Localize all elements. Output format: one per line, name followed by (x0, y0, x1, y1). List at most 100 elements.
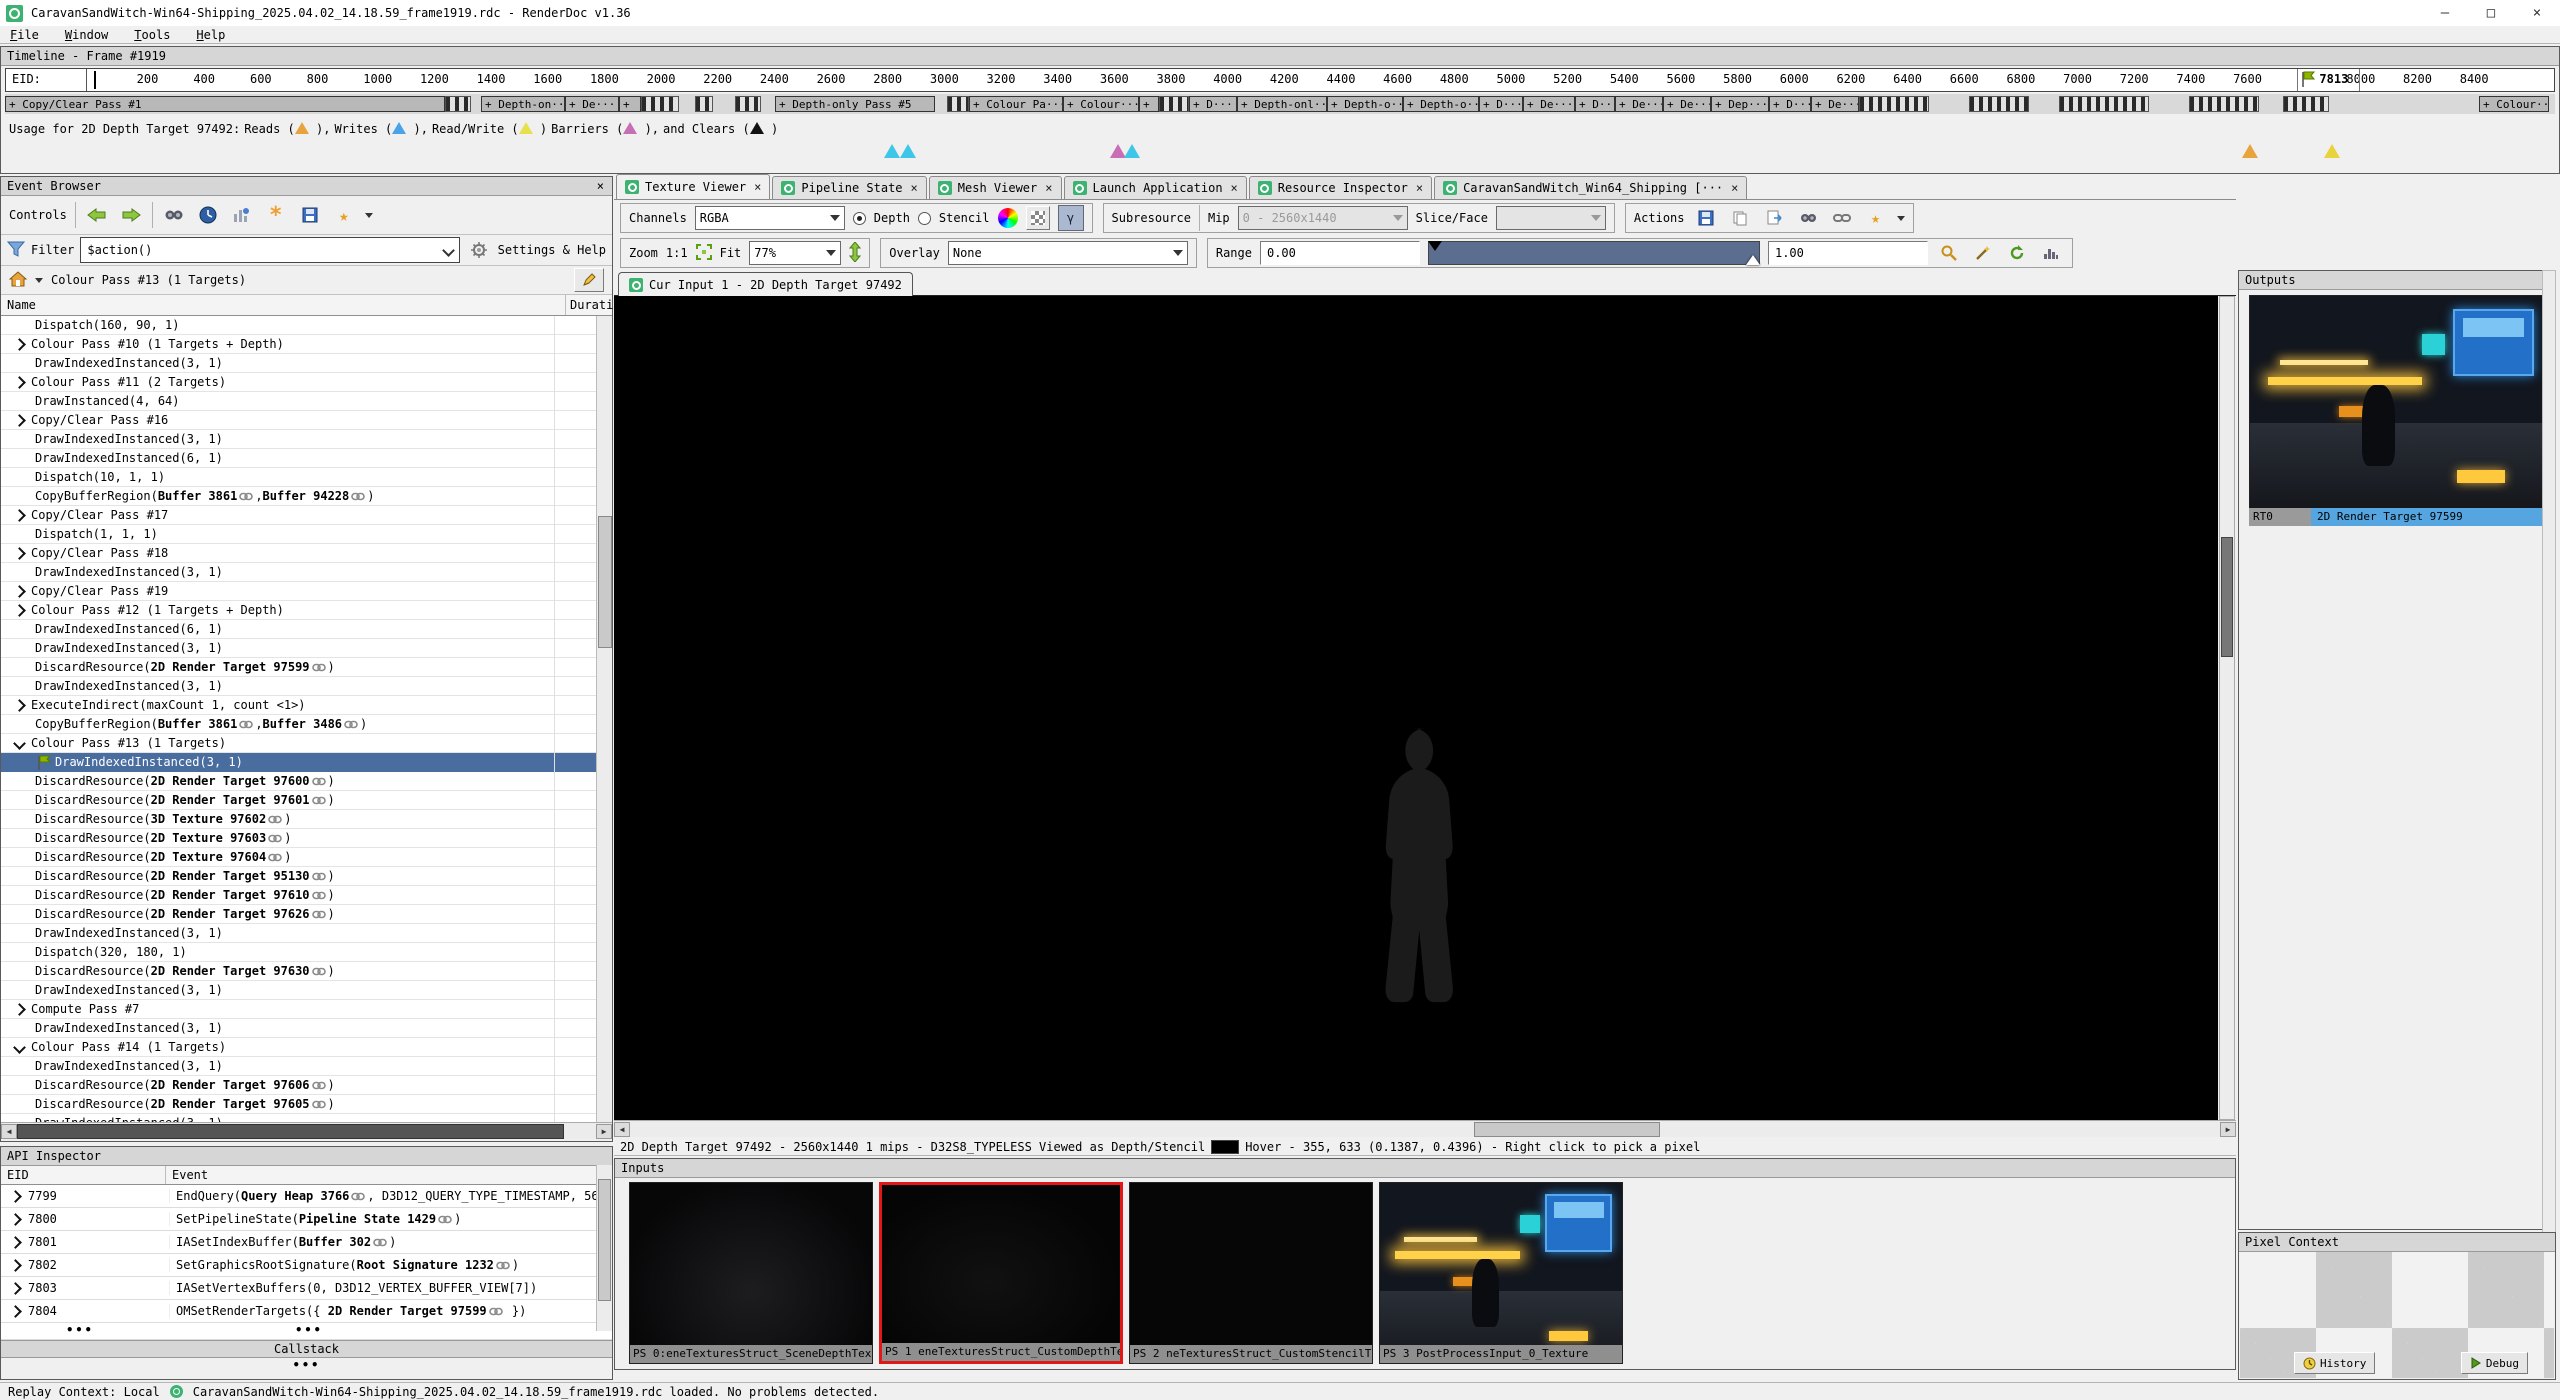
event-row[interactable]: Copy/Clear Pass #17 (1, 506, 612, 525)
event-row[interactable]: Dispatch(1, 1, 1) (1, 525, 612, 544)
gamma-button[interactable]: γ (1058, 205, 1084, 231)
texture-display[interactable] (614, 296, 2218, 1120)
usage-marker-icon[interactable] (884, 144, 900, 158)
event-row[interactable]: Dispatch(10, 1, 1) (1, 468, 612, 487)
depth-radio[interactable] (853, 212, 866, 225)
current-eid-flag-icon[interactable] (2301, 71, 2315, 90)
event-row[interactable]: CopyBufferRegion(Buffer 3861, Buffer 348… (1, 715, 612, 734)
checkerboard-background-button[interactable] (1026, 206, 1050, 230)
options-caret-icon[interactable] (365, 213, 373, 218)
export-icon[interactable] (297, 202, 323, 228)
input-thumbnail[interactable]: PS 2 neTexturesStruct_CustomStencilText (1129, 1182, 1373, 1364)
event-row[interactable]: DiscardResource(2D Texture 97604) (1, 848, 612, 867)
flip-y-icon[interactable] (849, 242, 861, 265)
tab-close-icon[interactable]: × (1416, 181, 1423, 195)
timeline-pass-block[interactable]: + D··· (1479, 96, 1523, 112)
usage-marker-icon[interactable] (2324, 144, 2340, 158)
timeline-pass-block[interactable]: + Depth-only Pass #5 (775, 96, 935, 112)
range-max-input[interactable]: 1.00 (1768, 241, 1928, 265)
event-row[interactable]: Compute Pass #7 (1, 1000, 612, 1019)
timing-icon[interactable] (195, 202, 221, 228)
input-thumbnail[interactable]: PS 3 PostProcessInput_0_Texture (1379, 1182, 1623, 1364)
range-histogram-icon[interactable] (2038, 240, 2064, 266)
debug-button[interactable]: Debug (2461, 1352, 2528, 1374)
mip-combo[interactable]: 0 - 2560x1440 (1238, 206, 1408, 230)
event-row[interactable]: Colour Pass #13 (1 Targets) (1, 734, 612, 753)
timeline-pass-block[interactable]: + De··· (1523, 96, 1575, 112)
event-row[interactable]: Copy/Clear Pass #16 (1, 411, 612, 430)
column-duration[interactable]: Durati (566, 295, 612, 315)
output-rt-name[interactable]: 2D Render Target 97599 (2311, 508, 2545, 526)
breadcrumb-caret-icon[interactable] (35, 278, 43, 283)
filter-settings-gear-icon[interactable] (466, 237, 492, 263)
event-row[interactable]: DrawIndexedInstanced(3, 1) (1, 639, 612, 658)
timeline-pass-block[interactable]: + D··· (1769, 96, 1811, 112)
event-row[interactable]: DiscardResource(2D Render Target 97626) (1, 905, 612, 924)
event-row[interactable]: Dispatch(160, 90, 1) (1, 316, 612, 335)
range-autofit-icon[interactable] (1970, 240, 1996, 266)
event-tree-vertical-scrollbar[interactable] (596, 316, 612, 1122)
event-row[interactable]: DrawIndexedInstanced(3, 1) (1, 1114, 612, 1122)
color-wheel-icon[interactable] (998, 208, 1018, 228)
minimize-button[interactable]: – (2422, 1, 2468, 26)
event-row[interactable]: DrawIndexedInstanced(3, 1) (1, 981, 612, 1000)
statistics-icon[interactable] (229, 202, 255, 228)
find-event-icon[interactable] (161, 202, 187, 228)
event-row[interactable]: DrawIndexedInstanced(3, 1) (1, 354, 612, 373)
event-row[interactable]: DrawIndexedInstanced(3, 1) (1, 430, 612, 449)
goto-icon[interactable] (1795, 205, 1821, 231)
fit-label[interactable]: Fit (720, 246, 742, 260)
api-row[interactable]: 7804OMSetRenderTargets({ 2D Render Targe… (1, 1300, 612, 1323)
timeline-pass-block[interactable]: + Depth-o··· (1327, 96, 1403, 112)
event-browser-close-icon[interactable]: × (597, 177, 604, 195)
breadcrumb[interactable]: Colour Pass #13 (1 Targets) (51, 273, 246, 287)
event-row[interactable]: DrawIndexedInstanced(3, 1) (1, 1057, 612, 1076)
replay-context[interactable]: Replay Context: Local (8, 1385, 160, 1399)
event-row[interactable]: DiscardResource(3D Texture 97602) (1, 810, 612, 829)
texture-vertical-scrollbar[interactable] (2219, 296, 2235, 1120)
maximize-button[interactable]: □ (2468, 1, 2514, 26)
event-row[interactable]: ExecuteIndirect(maxCount 1, count <1>) (1, 696, 612, 715)
timeline-pass-block[interactable]: + Depth-o··· (1403, 96, 1479, 112)
event-row[interactable]: Colour Pass #11 (2 Targets) (1, 373, 612, 392)
bookmark-icon[interactable]: * (263, 202, 289, 228)
event-row[interactable]: Colour Pass #12 (1 Targets + Depth) (1, 601, 612, 620)
timeline-pass-block[interactable]: + Colour··· (2479, 96, 2549, 112)
event-row[interactable]: DrawIndexedInstanced(3, 1) (1, 1019, 612, 1038)
event-row[interactable]: DrawInstanced(4, 64) (1, 392, 612, 411)
timeline-pass-block[interactable]: + De··· (565, 96, 619, 112)
menu-tools[interactable]: Tools (134, 28, 170, 42)
event-row[interactable]: Copy/Clear Pass #18 (1, 544, 612, 563)
api-row[interactable]: 7799EndQuery(Query Heap 3766, D3D12_QUER… (1, 1185, 612, 1208)
timeline-pass-block[interactable]: + De··· (1615, 96, 1663, 112)
range-reset-icon[interactable] (2004, 240, 2030, 266)
next-event-button[interactable] (118, 202, 144, 228)
options-star-icon[interactable]: ★ (331, 202, 357, 228)
tab-resource-inspector[interactable]: Resource Inspector× (1249, 176, 1432, 199)
timeline-pass-block[interactable]: + Depth-on··· (481, 96, 565, 112)
api-column-eid[interactable]: EID (1, 1166, 166, 1184)
outputs-scrollbar[interactable] (2542, 270, 2556, 1380)
home-icon[interactable] (9, 271, 27, 290)
tab-launch-application[interactable]: Launch Application× (1064, 176, 1247, 199)
event-row[interactable]: DrawIndexedInstanced(6, 1) (1, 620, 612, 639)
event-row[interactable]: DiscardResource(2D Render Target 97600) (1, 772, 612, 791)
tab-close-icon[interactable]: × (1045, 181, 1052, 195)
tab-caravansandwitch-win64-shipping-[interactable]: CaravanSandWitch_Win64_Shipping [···× (1434, 176, 1747, 199)
tab-close-icon[interactable]: × (911, 181, 918, 195)
timeline-pass-block[interactable]: + D··· (1189, 96, 1237, 112)
texture-options-caret-icon[interactable] (1897, 216, 1905, 221)
texture-horizontal-scrollbar[interactable]: ◀ ▶ (614, 1120, 2236, 1137)
usage-marker-icon[interactable] (2242, 144, 2258, 158)
event-row[interactable]: DrawIndexedInstanced(3, 1) (1, 677, 612, 696)
timeline-pass-block[interactable]: + Colour··· (1063, 96, 1139, 112)
current-texture-tab[interactable]: Cur Input 1 - 2D Depth Target 97492 (618, 272, 913, 297)
timeline-pass-block[interactable]: + Colour Pa··· (969, 96, 1063, 112)
history-button[interactable]: History (2294, 1352, 2375, 1374)
input-thumbnail[interactable]: PS 1 eneTexturesStruct_CustomDepthTextu (879, 1182, 1123, 1364)
fit-icon[interactable] (696, 244, 712, 263)
menu-window[interactable]: Window (65, 28, 108, 42)
zoom-combo[interactable]: 77% (749, 241, 841, 265)
tab-texture-viewer[interactable]: Texture Viewer× (616, 174, 770, 199)
event-row[interactable]: DiscardResource(2D Render Target 97606) (1, 1076, 612, 1095)
